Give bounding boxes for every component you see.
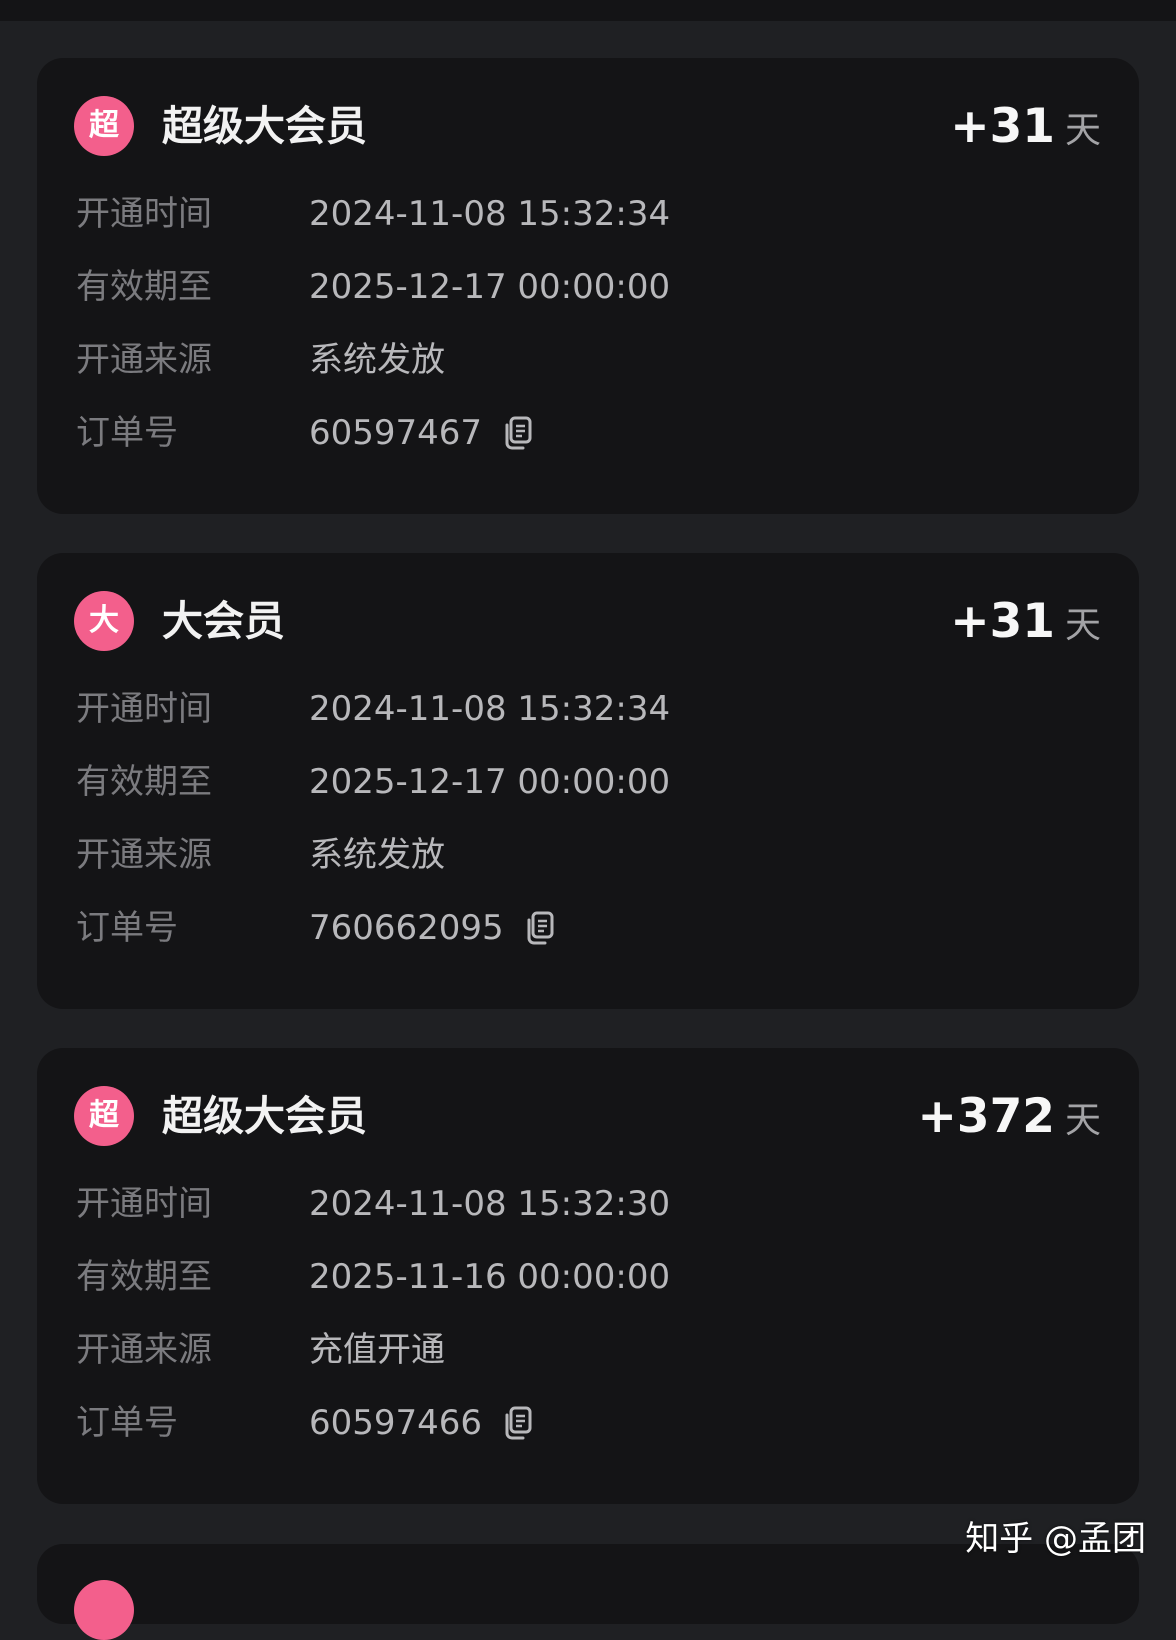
card-title: 超级大会员 bbox=[162, 102, 367, 150]
order-number-value: 60597466 bbox=[309, 1403, 483, 1443]
order-number-value: 760662095 bbox=[309, 908, 504, 948]
days-unit: 天 bbox=[1064, 605, 1101, 646]
row-label: 订单号 bbox=[76, 413, 178, 453]
membership-card: 大 大会员 +31 天 开通时间 2024-11-08 15:32:34 有效期… bbox=[37, 553, 1139, 1009]
row-label: 订单号 bbox=[76, 1403, 178, 1443]
source-value: 系统发放 bbox=[309, 835, 445, 875]
row-value: 60597467 bbox=[309, 405, 532, 461]
row-label: 开通时间 bbox=[76, 1184, 212, 1224]
row-value: 60597466 bbox=[309, 1395, 532, 1451]
row-order-number: 订单号 60597467 bbox=[37, 405, 1139, 461]
row-value: 系统发放 bbox=[309, 827, 445, 883]
row-expire-time: 有效期至 2025-12-17 00:00:00 bbox=[37, 754, 1139, 810]
row-expire-time: 有效期至 2025-12-17 00:00:00 bbox=[37, 259, 1139, 315]
days-number: +372 bbox=[917, 1089, 1055, 1144]
row-label: 开通来源 bbox=[76, 1330, 212, 1370]
card-title: 超级大会员 bbox=[162, 1092, 367, 1140]
row-order-number: 订单号 60597466 bbox=[37, 1395, 1139, 1451]
vip-badge-icon bbox=[74, 1580, 134, 1640]
row-value: 2024-11-08 15:32:34 bbox=[309, 186, 670, 242]
copy-icon[interactable] bbox=[504, 416, 532, 450]
days-unit: 天 bbox=[1064, 110, 1101, 151]
expire-time-value: 2025-12-17 00:00:00 bbox=[309, 267, 671, 307]
days-number: +31 bbox=[950, 594, 1055, 649]
row-expire-time: 有效期至 2025-11-16 00:00:00 bbox=[37, 1249, 1139, 1305]
row-source: 开通来源 系统发放 bbox=[37, 827, 1139, 883]
row-value: 2024-11-08 15:32:30 bbox=[309, 1176, 670, 1232]
days-added: +31 天 bbox=[950, 96, 1101, 162]
membership-card: 超 超级大会员 +31 天 开通时间 2024-11-08 15:32:34 有… bbox=[37, 58, 1139, 514]
days-added: +31 天 bbox=[950, 591, 1101, 657]
super-vip-badge-icon: 超 bbox=[74, 96, 134, 156]
row-order-number: 订单号 760662095 bbox=[37, 900, 1139, 956]
row-label: 有效期至 bbox=[76, 1257, 212, 1297]
card-header: 超 超级大会员 +31 天 bbox=[37, 58, 1139, 194]
row-value: 2025-11-16 00:00:00 bbox=[309, 1249, 670, 1305]
row-label: 开通来源 bbox=[76, 835, 212, 875]
row-value: 系统发放 bbox=[309, 332, 445, 388]
copy-icon[interactable] bbox=[504, 1406, 532, 1440]
days-unit: 天 bbox=[1064, 1100, 1101, 1141]
row-label: 开通时间 bbox=[76, 689, 212, 729]
open-time-value: 2024-11-08 15:32:34 bbox=[309, 689, 671, 729]
row-value: 760662095 bbox=[309, 900, 554, 956]
row-value: 2025-12-17 00:00:00 bbox=[309, 259, 670, 315]
expire-time-value: 2025-11-16 00:00:00 bbox=[309, 1257, 671, 1297]
source-value: 系统发放 bbox=[309, 340, 445, 380]
row-open-time: 开通时间 2024-11-08 15:32:30 bbox=[37, 1176, 1139, 1232]
open-time-value: 2024-11-08 15:32:34 bbox=[309, 194, 671, 234]
card-header: 大 大会员 +31 天 bbox=[37, 553, 1139, 689]
super-vip-badge-icon: 超 bbox=[74, 1086, 134, 1146]
card-header: 超 超级大会员 +372 天 bbox=[37, 1048, 1139, 1184]
days-added: +372 天 bbox=[917, 1086, 1101, 1152]
row-value: 2024-11-08 15:32:34 bbox=[309, 681, 670, 737]
row-label: 有效期至 bbox=[76, 762, 212, 802]
row-label: 有效期至 bbox=[76, 267, 212, 307]
order-number-value: 60597467 bbox=[309, 413, 483, 453]
top-bar bbox=[0, 0, 1176, 21]
row-label: 开通时间 bbox=[76, 194, 212, 234]
open-time-value: 2024-11-08 15:32:30 bbox=[309, 1184, 671, 1224]
copy-icon[interactable] bbox=[526, 911, 554, 945]
row-source: 开通来源 系统发放 bbox=[37, 332, 1139, 388]
row-source: 开通来源 充值开通 bbox=[37, 1322, 1139, 1378]
membership-card: 超 超级大会员 +372 天 开通时间 2024-11-08 15:32:30 … bbox=[37, 1048, 1139, 1504]
row-open-time: 开通时间 2024-11-08 15:32:34 bbox=[37, 681, 1139, 737]
vip-badge-icon: 大 bbox=[74, 591, 134, 651]
watermark: 知乎 @孟团 bbox=[965, 1519, 1146, 1559]
row-value: 2025-12-17 00:00:00 bbox=[309, 754, 670, 810]
row-label: 开通来源 bbox=[76, 340, 212, 380]
days-number: +31 bbox=[950, 99, 1055, 154]
row-value: 充值开通 bbox=[309, 1322, 445, 1378]
card-title: 大会员 bbox=[162, 597, 285, 645]
row-open-time: 开通时间 2024-11-08 15:32:34 bbox=[37, 186, 1139, 242]
row-label: 订单号 bbox=[76, 908, 178, 948]
source-value: 充值开通 bbox=[309, 1330, 445, 1370]
expire-time-value: 2025-12-17 00:00:00 bbox=[309, 762, 671, 802]
